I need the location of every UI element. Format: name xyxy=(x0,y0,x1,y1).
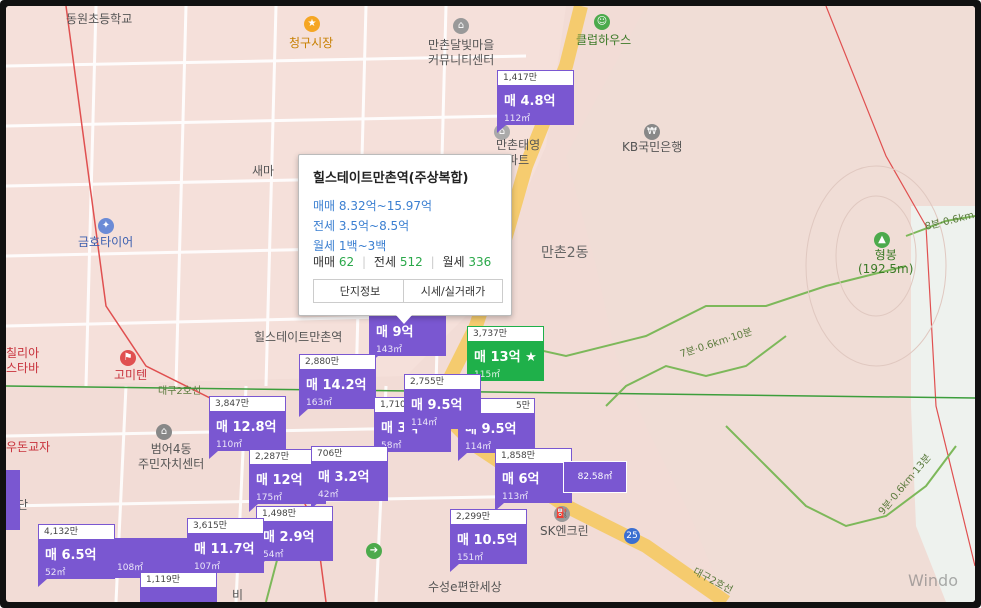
label-hillstate: 힐스테이트만촌역 xyxy=(254,330,343,344)
complex-info-button[interactable]: 단지정보 xyxy=(313,279,407,303)
listing-price: 매 13억 ★ xyxy=(474,350,537,365)
listing-area: 42㎡ xyxy=(318,490,339,500)
selected-area-chip[interactable]: 82.58㎡ xyxy=(563,461,627,493)
club-icon: ☺ xyxy=(594,14,610,30)
listing-marker[interactable]: 1,498만 매 2.9억 54㎡ xyxy=(256,506,333,569)
listing-marker[interactable]: 1,119만 xyxy=(140,572,217,602)
gov-office-icon: ⌂ xyxy=(156,424,172,440)
listing-marker[interactable]: 3,615만 매 11.7억 107㎡ xyxy=(187,518,264,581)
listing-price-per-area: 1,417만 xyxy=(497,70,574,85)
popup-title: 힐스테이트만촌역(주상복합) xyxy=(313,171,469,186)
listing-price-per-area: 4,132만 xyxy=(38,524,115,539)
label-ramen: 우돈교자 xyxy=(6,440,51,454)
listing-price: 매 3.2억 xyxy=(318,470,370,485)
listing-price-per-area: 3,615만 xyxy=(187,518,264,533)
listing-marker[interactable]: 2,755만 매 9.5억 114㎡ xyxy=(404,374,481,437)
label-community-center: 만촌달빛마을 커뮤니티센터 xyxy=(428,38,495,67)
popup-sale-range: 매매 8.32억~15.97억 xyxy=(313,199,433,213)
label-subway-line: 대구2호선 xyxy=(158,386,202,397)
listing-area: 115㎡ xyxy=(474,370,501,380)
listing-area: 143㎡ xyxy=(376,345,403,355)
route-25-icon: 25 xyxy=(624,528,640,544)
label-school: 동원초등학교 xyxy=(66,12,133,26)
map-canvas[interactable]: 동원초등학교 ★ 청구시장 ⌂ 만촌달빛마을 커뮤니티센터 ☺ 클럽하우스 ₩ … xyxy=(6,6,975,602)
label-hyeongbong: 형봉 (192.5m) xyxy=(858,248,914,276)
listing-price-per-area: 1,858만 xyxy=(495,448,572,463)
listing-marker-edge[interactable] xyxy=(6,470,20,530)
label-sae: 새마 xyxy=(252,164,275,178)
direction-icon: ➔ xyxy=(366,543,382,559)
listing-price: 매 12.8억 xyxy=(216,420,277,435)
count-jeonse-label: 전세 xyxy=(373,255,396,269)
label-club-house: 클럽하우스 xyxy=(576,33,632,47)
price-history-button[interactable]: 시세/실거래가 xyxy=(403,279,503,303)
listing-price: 매 2.9억 xyxy=(263,530,315,545)
listing-price-per-area: 1,119만 xyxy=(140,572,217,587)
listing-price: 매 6억 xyxy=(502,472,540,487)
label-gomiten: 고미텐 xyxy=(114,368,148,382)
popup-counts: 매매 62 | 전세 512 | 월세 336 xyxy=(313,255,492,269)
count-jeonse: 512 xyxy=(399,255,423,269)
listing-price-per-area: 2,880만 xyxy=(299,354,376,369)
listing-price: 매 11.7억 xyxy=(194,542,255,557)
count-monthly: 336 xyxy=(468,255,492,269)
listing-price-per-area: 2,299만 xyxy=(450,509,527,524)
label-suseong: 수성e편한세상 xyxy=(428,580,502,594)
complex-info-popup: 힐스테이트만촌역(주상복합) 매매 8.32억~15.97억 전세 3.5억~8… xyxy=(298,154,512,324)
label-sk: SK엔크린 xyxy=(540,524,589,538)
listing-marker[interactable]: 4,132만 매 6.5억 52㎡ xyxy=(38,524,115,587)
listing-marker[interactable]: 1,417만 매 4.8억 112㎡ xyxy=(497,70,574,133)
listing-area: 114㎡ xyxy=(411,418,438,428)
listing-price: 매 10.5억 xyxy=(457,533,518,548)
listing-price: 매 6.5억 xyxy=(45,548,97,563)
listing-marker[interactable]: 706만 매 3.2억 42㎡ xyxy=(311,446,388,509)
listing-area: 163㎡ xyxy=(306,398,333,408)
os-watermark: Windo xyxy=(908,571,958,590)
listing-price-per-area: 3,737만 xyxy=(467,326,544,341)
market-icon: ★ xyxy=(304,16,320,32)
mountain-icon: ▲ xyxy=(874,232,890,248)
label-manchon2dong: 만촌2동 xyxy=(541,245,589,261)
popup-monthly-range: 월세 1백~3백 xyxy=(313,239,387,253)
popup-jeonse-range: 전세 3.5억~8.5억 xyxy=(313,219,410,233)
tire-icon: ✦ xyxy=(98,218,114,234)
listing-price-per-area: 2,755만 xyxy=(404,374,481,389)
listing-price: 매 4.8억 xyxy=(504,94,556,109)
count-monthly-label: 월세 xyxy=(442,255,465,269)
listing-price-per-area: 706만 xyxy=(311,446,388,461)
listing-marker[interactable]: 2,299만 매 10.5억 151㎡ xyxy=(450,509,527,572)
listing-price: 매 9.5억 xyxy=(411,398,463,413)
label-bi: 비 xyxy=(232,588,244,602)
listing-price: 매 14.2억 xyxy=(306,378,367,393)
label-market: 청구시장 xyxy=(289,36,334,50)
label-kb-bank: KB국민은행 xyxy=(622,140,683,154)
listing-area: 107㎡ xyxy=(194,562,221,572)
count-sale-label: 매매 xyxy=(313,255,336,269)
listing-area: 113㎡ xyxy=(502,492,529,502)
listing-area: 112㎡ xyxy=(504,114,531,124)
restaurant-icon: ⚑ xyxy=(120,350,136,366)
listing-marker[interactable]: 1,858만 매 6억 113㎡ xyxy=(495,448,572,511)
community-icon: ⌂ xyxy=(453,18,469,34)
count-sale: 62 xyxy=(338,255,355,269)
listing-area: 54㎡ xyxy=(263,550,284,560)
listing-area: 151㎡ xyxy=(457,553,484,563)
listing-area: 58㎡ xyxy=(381,441,402,451)
listing-marker[interactable]: 2,880만 매 14.2억 163㎡ xyxy=(299,354,376,417)
listing-price-per-area: 1,498만 xyxy=(256,506,333,521)
listing-area: 52㎡ xyxy=(45,568,66,578)
label-tire-shop: 금호타이어 xyxy=(78,235,134,249)
label-cilia: 칠리아 스타바 xyxy=(6,346,40,375)
label-bumeo4dong: 범어4동 주민자치센터 xyxy=(138,442,205,471)
window-frame: 동원초등학교 ★ 청구시장 ⌂ 만촌달빛마을 커뮤니티센터 ☺ 클럽하우스 ₩ … xyxy=(0,0,981,608)
listing-price-per-area: 3,847만 xyxy=(209,396,286,411)
